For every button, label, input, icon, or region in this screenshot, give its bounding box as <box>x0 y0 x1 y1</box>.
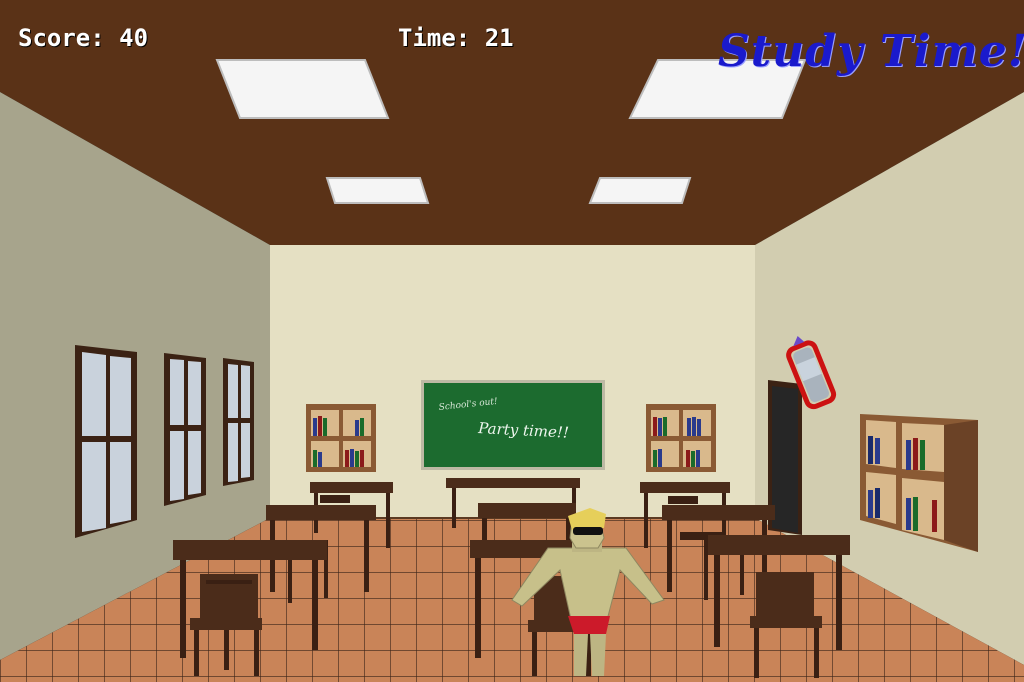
bookshelf <box>646 404 716 472</box>
score-label: Score: <box>18 24 105 52</box>
time-label: Time: <box>398 24 471 52</box>
ceiling-light <box>588 177 692 204</box>
score-display: Score: 40 <box>18 24 148 52</box>
window <box>75 345 137 538</box>
bookshelf <box>306 404 376 472</box>
game-viewport[interactable]: School's out! Party time!! Score: 40 Tim… <box>0 0 1024 682</box>
score-value: 40 <box>119 24 149 52</box>
mode-title: Study Time! <box>718 26 1024 77</box>
time-value: 21 <box>484 24 514 52</box>
ceiling-light <box>215 59 390 119</box>
chalkboard: School's out! Party time!! <box>421 380 605 470</box>
sunglasses-icon <box>573 527 603 535</box>
timer-display: Time: 21 <box>398 24 514 52</box>
ceiling-light <box>325 177 430 204</box>
window <box>223 358 254 486</box>
window <box>164 353 206 506</box>
classroom-scene: School's out! Party time!! <box>0 0 1024 682</box>
